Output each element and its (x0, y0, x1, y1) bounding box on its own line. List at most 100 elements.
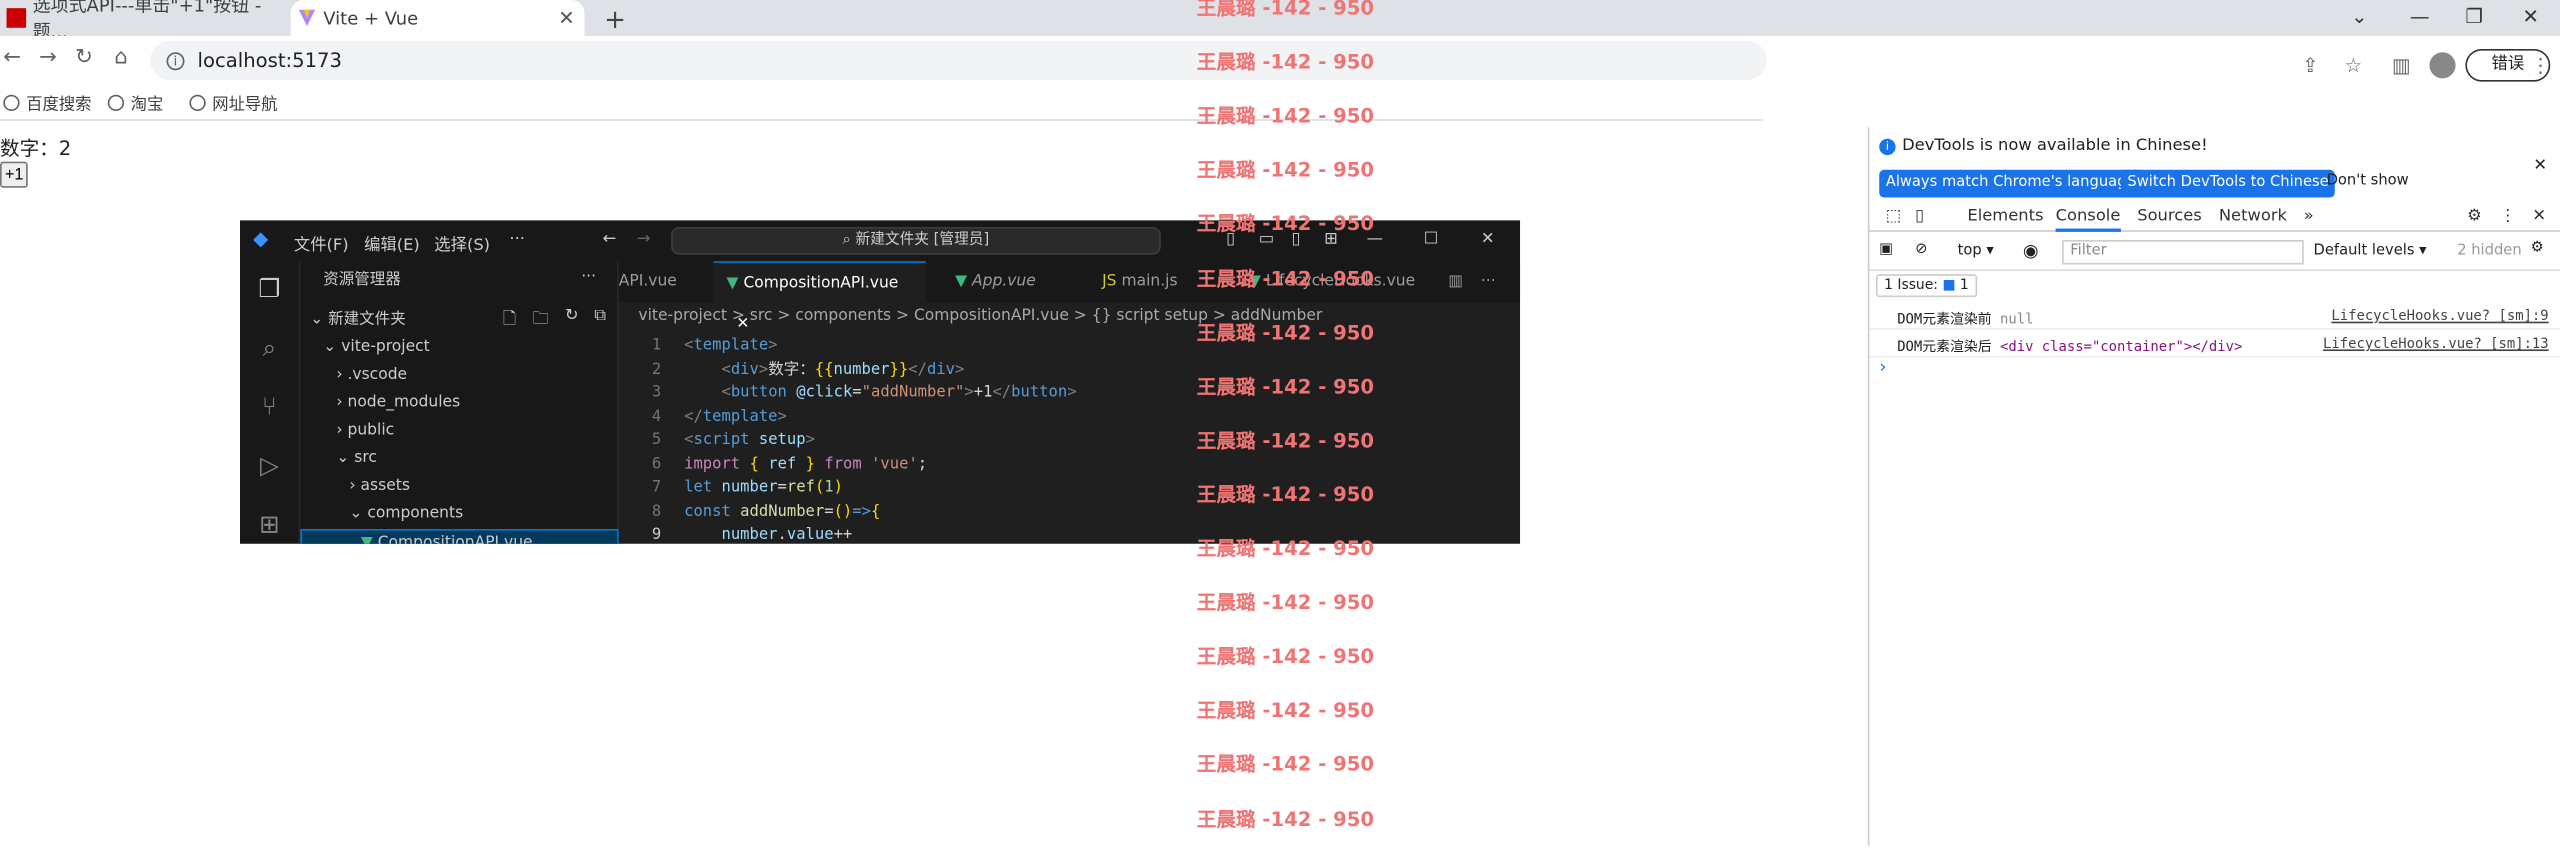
match-language-button[interactable]: Always match Chrome's language (1879, 169, 2143, 198)
tree-item-assets[interactable]: › assets (300, 473, 618, 499)
tree-item-src[interactable]: ⌄ src (300, 446, 618, 472)
devtools-panel: i DevTools is now available in Chinese! … (1867, 127, 2560, 846)
tree-item-vscode[interactable]: › .vscode (300, 362, 618, 388)
tree-item-public[interactable]: › public (300, 418, 618, 444)
nav-back-icon[interactable]: ← (602, 230, 616, 248)
tree-item-compositionapi[interactable]: ▼ CompositionAPI.vue (300, 528, 619, 544)
tree-label: assets (360, 476, 410, 495)
editor-more-icon[interactable]: ··· (1468, 261, 1496, 302)
menu-selection[interactable]: 选择(S) (434, 230, 490, 255)
forward-icon[interactable]: → (39, 46, 57, 70)
vscode-close-icon[interactable]: ✕ (1481, 230, 1495, 248)
collapse-icon[interactable]: ⧉ (594, 307, 606, 325)
bookmark-label: 百度搜索 (26, 96, 92, 115)
home-icon[interactable]: ⌂ (114, 46, 127, 70)
watermark-text: 王晨璐 -142 - 950 (1196, 158, 1375, 182)
code-editor[interactable]: 1 <template> 2 <div>数字：{{number}}</div> 3… (619, 335, 1520, 543)
tab-search-icon[interactable]: ⌄ (2351, 5, 2367, 28)
tab-options-api[interactable]: 选项式API---单击"+1"按钮 -题... (0, 0, 286, 42)
explorer-icon[interactable]: ❐ (255, 274, 284, 303)
tab-sources[interactable]: Sources (2137, 207, 2202, 225)
devtools-tabs: ⬚ ▯ Elements Console Sources Network » ⚙… (1869, 202, 2560, 232)
sidebar-toggle-icon[interactable]: ▣ (1879, 242, 1893, 258)
bookmark-star-icon[interactable]: ☆ (2345, 54, 2363, 77)
context-select[interactable]: top ▾ (1958, 243, 1994, 259)
log-source-link[interactable]: LifecycleHooks.vue? [sm]:13 (2323, 336, 2549, 352)
restore-icon[interactable]: ❐ (2465, 5, 2483, 28)
tab-network[interactable]: Network (2219, 207, 2287, 225)
console-settings-icon[interactable]: ⚙ (2531, 240, 2544, 256)
source-control-icon[interactable]: ⑂ (255, 392, 284, 421)
console-prompt[interactable]: › (1879, 356, 1886, 377)
watermark-text: 王晨璐 -142 - 950 (1196, 699, 1375, 723)
new-tab-button[interactable]: + (604, 3, 626, 34)
tab-elements[interactable]: Elements (1967, 207, 2043, 225)
code-line: 7 let number=ref(1) (651, 478, 844, 497)
close-banner-icon[interactable]: ✕ (2533, 157, 2547, 175)
settings-icon[interactable]: ⚙ (2467, 207, 2482, 225)
split-editor-icon[interactable]: ▥ (1435, 261, 1463, 302)
refresh-icon[interactable]: ↻ (565, 307, 579, 325)
dont-show-button[interactable]: Don't show (2327, 173, 2409, 189)
share-icon[interactable]: ⇪ (2302, 54, 2318, 77)
tab-console[interactable]: Console (2055, 207, 2121, 232)
run-debug-icon[interactable]: ▷ (255, 451, 284, 480)
log-source-link[interactable]: LifecycleHooks.vue? [sm]:9 (2331, 309, 2548, 325)
close-tab-icon[interactable]: ✕ (558, 7, 574, 30)
menu-file[interactable]: 文件(F) (294, 230, 349, 255)
log-value: null (2000, 311, 2034, 329)
editor-tab-app[interactable]: ▼ App.vue (942, 261, 1089, 302)
devtools-menu-icon[interactable]: ⋮ (2500, 207, 2516, 225)
log-value[interactable]: <div class="container"></div> (2000, 340, 2242, 356)
clear-console-icon[interactable]: ⊘ (1915, 242, 1927, 258)
add-one-button[interactable]: +1 (0, 161, 29, 188)
address-bar[interactable]: i localhost:5173 (150, 40, 1767, 81)
code-line: 5 <script setup> (651, 431, 815, 449)
side-panel-icon[interactable]: ▥ (2392, 54, 2411, 77)
tree-item-components[interactable]: ⌄ components (300, 501, 618, 527)
editor-tab-label: main.js (1121, 272, 1178, 291)
site-info-icon[interactable]: i (166, 51, 185, 70)
menu-more[interactable]: ··· (509, 230, 525, 248)
editor-tab-api[interactable]: API.vue (606, 261, 704, 302)
more-tabs-button[interactable]: » (2304, 207, 2314, 225)
bookmark-nav[interactable]: 网址导航 (189, 90, 278, 114)
nav-forward-icon[interactable]: → (637, 230, 651, 248)
close-window-icon[interactable]: ✕ (2523, 5, 2539, 28)
tree-item-node-modules[interactable]: › node_modules (300, 390, 618, 416)
new-file-icon[interactable]: 🗋 (503, 307, 516, 335)
issues-badge[interactable]: 1 Issue: ■ 1 (1875, 274, 1977, 298)
switch-chinese-button[interactable]: Switch DevTools to Chinese (2120, 169, 2336, 198)
vscode-maximize-icon[interactable]: ☐ (1424, 230, 1439, 248)
explorer-sidebar: 资源管理器 ··· ⌄ 新建文件夹 🗋 🗀 ↻ ⧉ ⌄ vite-project… (300, 261, 619, 544)
code-line: 2 <div>数字：{{number}}</div> (651, 360, 965, 378)
tab-vite-vue[interactable]: Vite + Vue ✕ (290, 0, 585, 36)
close-devtools-icon[interactable]: ✕ (2532, 207, 2546, 225)
search-icon[interactable]: ⌕ (255, 333, 284, 362)
reload-icon[interactable]: ↻ (75, 46, 93, 70)
live-expression-eye-icon[interactable]: ◉ (2023, 240, 2039, 261)
log-levels-select[interactable]: Default levels ▾ (2314, 243, 2427, 259)
new-folder-icon[interactable]: 🗀 (532, 307, 548, 335)
explorer-more-icon[interactable]: ··· (581, 268, 596, 286)
console-filter-input[interactable]: Filter (2062, 240, 2304, 265)
bookmark-baidu[interactable]: 百度搜索 (3, 90, 91, 114)
minimize-icon[interactable]: — (2410, 5, 2430, 28)
watermark-text: 王晨璐 -142 - 950 (1196, 104, 1375, 128)
tree-item-vite-project[interactable]: ⌄ vite-project (300, 335, 618, 361)
code-line: 8 const addNumber=()=>{ (651, 502, 881, 521)
bookmark-taobao[interactable]: 淘宝 (107, 90, 163, 114)
device-toolbar-icon[interactable]: ▯ (1915, 207, 1924, 225)
code-line: 4 </template> (651, 407, 787, 426)
command-center[interactable]: ⌕ 新建文件夹 [管理员] (671, 226, 1161, 255)
editor-tab-compositionapi[interactable]: ▼ CompositionAPI.vue ✕ (713, 261, 926, 333)
vue-file-icon: ▼ (360, 533, 373, 544)
menu-edit[interactable]: 编辑(E) (364, 230, 420, 255)
activity-bar: ❐ ⌕ ⑂ ▷ ⊞ (240, 261, 301, 544)
profile-avatar[interactable] (2429, 52, 2456, 79)
menu-icon[interactable]: ⋮ (2531, 54, 2551, 77)
extensions-icon[interactable]: ⊞ (255, 509, 284, 538)
back-icon[interactable]: ← (3, 46, 21, 70)
watermark-text: 王晨璐 -142 - 950 (1196, 807, 1375, 831)
inspect-icon[interactable]: ⬚ (1886, 207, 1901, 225)
